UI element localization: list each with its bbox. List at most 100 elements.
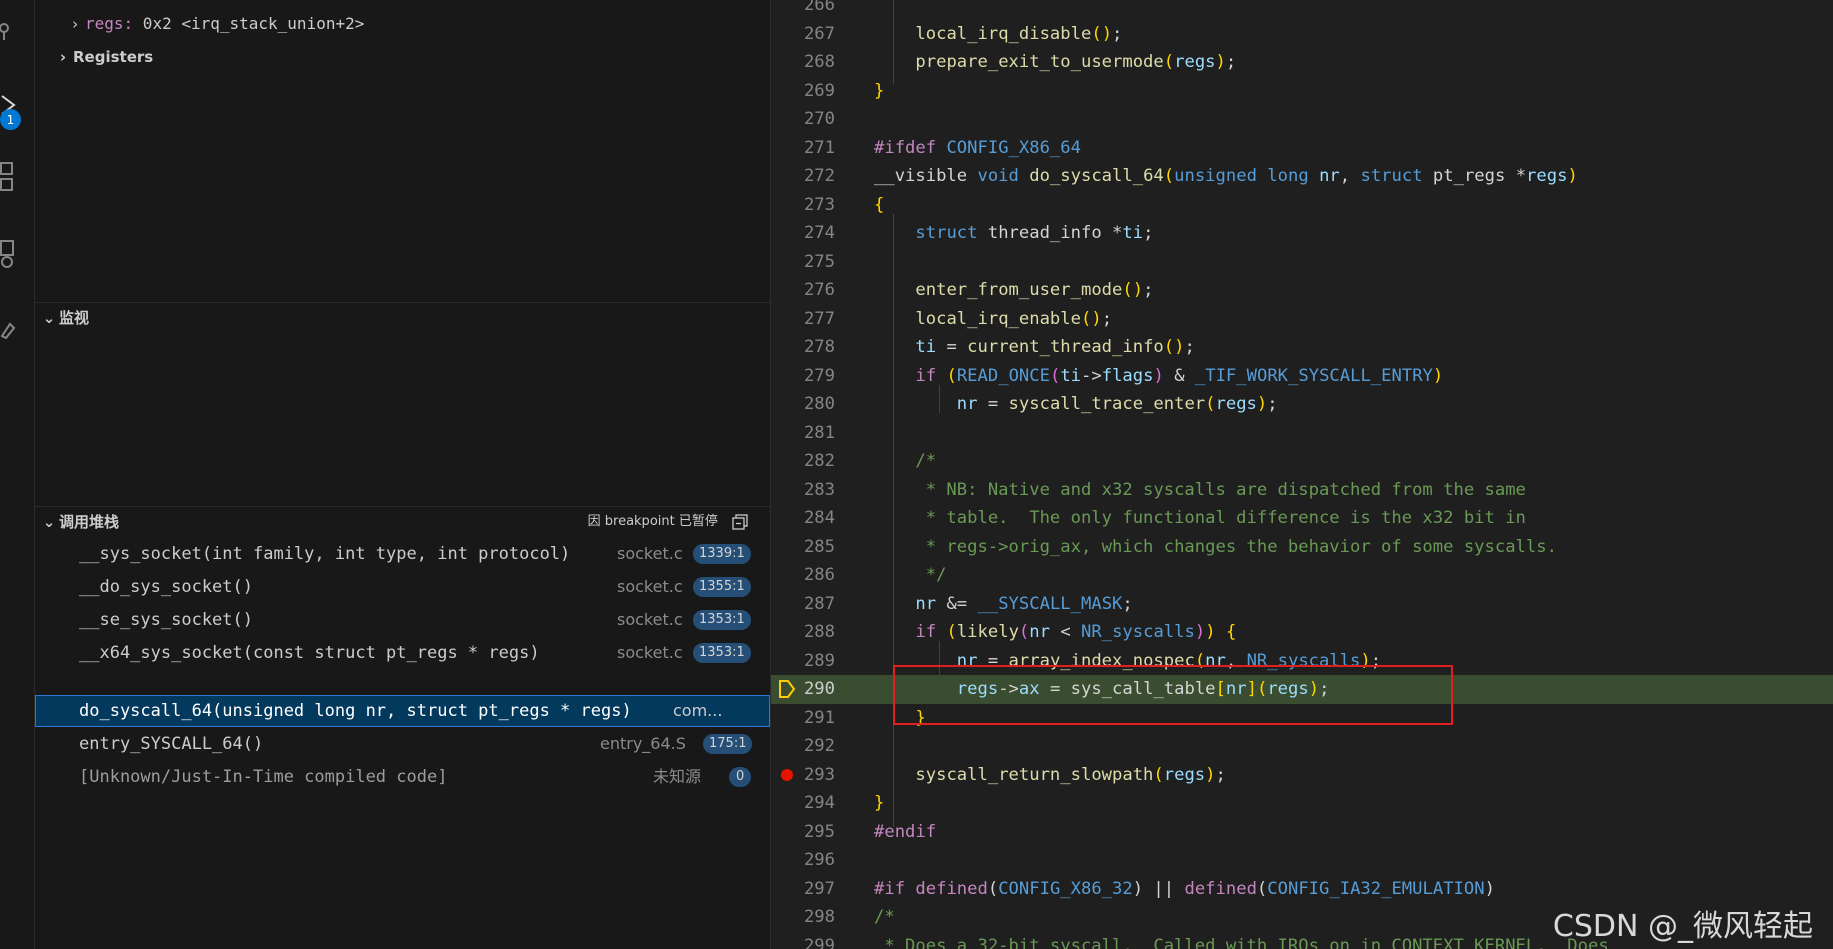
stack-frame[interactable]: entry_SYSCALL_64() entry_64.S 175:1 [35,728,770,760]
variable-regs[interactable]: › regs: 0x2 <irq_stack_union+2> [65,11,364,37]
code-line[interactable]: 278 ti = current_thread_info(); [771,333,1833,362]
line-number: 270 [803,109,835,129]
frame-line-badge: 1355:1 [693,577,751,597]
extensions-icon[interactable] [0,162,34,196]
code-text: struct thread_info *ti; [915,223,1154,243]
code-line[interactable]: 288 if (likely(nr < NR_syscalls)) { [771,618,1833,647]
code-text: nr = syscall_trace_enter(regs); [956,394,1278,414]
code-line[interactable]: 279 if (READ_ONCE(ti->flags) & _TIF_WORK… [771,362,1833,391]
stack-frame[interactable]: __do_sys_socket() socket.c 1355:1 [35,571,770,603]
code-line[interactable]: 276 enter_from_user_mode(); [771,276,1833,305]
chevron-down-icon[interactable]: ⌄ [39,507,59,537]
code-text: nr &= __SYSCALL_MASK; [915,593,1133,614]
stack-frame[interactable]: [Unknown/Just-In-Time compiled code] 未知源… [35,761,770,793]
code-line[interactable]: 275 [771,248,1833,277]
call-stack-section-header[interactable]: ⌄ 调用堆栈 因 breakpoint 已暂停 [35,506,770,537]
code-text: } [874,793,885,813]
watch-section-header[interactable]: ⌄ 监视 [35,302,770,333]
code-line[interactable]: 271 #ifdef CONFIG_X86_64 [771,134,1833,163]
line-number: 295 [803,821,835,842]
frame-name: entry_SYSCALL_64() [79,734,264,754]
code-text: prepare_exit_to_usermode(regs); [915,52,1237,72]
debug-badge: 1 [0,109,21,130]
code-line[interactable]: 270 [771,105,1833,134]
code-text: local_irq_disable(); [915,23,1123,44]
code-line[interactable]: 268 prepare_exit_to_usermode(regs); [771,48,1833,77]
line-number: 299 [803,935,835,949]
code-line[interactable]: 269} [771,77,1833,106]
remote-explorer-icon[interactable] [0,238,34,272]
debug-side-panel: › regs: 0x2 <irq_stack_union+2> › Register… [35,0,771,949]
code-text: } [874,80,885,101]
code-text: */ [874,565,947,585]
frame-line-badge: 1353:1 [693,643,751,663]
code-line[interactable]: 297 #if defined(CONFIG_X86_32) || defined… [771,875,1833,904]
code-text: * Does a 32-bit syscall. Called with IRQ… [874,935,1609,949]
line-number: 267 [803,23,835,44]
chevron-right-icon[interactable]: › [65,11,85,37]
code-text: /* [874,907,895,927]
collapse-all-icon[interactable] [732,513,748,530]
code-line[interactable]: 267 local_irq_disable(); [771,20,1833,49]
current-execution-icon [779,680,796,698]
code-line[interactable]: 272 __visible void do_syscall_64(unsigned… [771,162,1833,191]
code-line[interactable]: 293 syscall_return_slowpath(regs); [771,761,1833,790]
code-line[interactable]: 281 [771,419,1833,448]
line-number: 273 [803,194,835,215]
code-text: * table. The only functional difference … [874,508,1526,528]
line-number: 282 [803,451,835,471]
frame-name: __se_sys_socket() [79,610,253,630]
code-text: enter_from_user_mode(); [915,280,1154,300]
registers-label: Registers [73,48,154,66]
line-number: 278 [803,337,835,357]
line-number: 285 [803,536,835,557]
chevron-down-icon[interactable]: ⌄ [39,303,59,333]
stack-frame[interactable]: __x64_sys_socket(const struct pt_regs * … [35,637,770,669]
testing-icon[interactable] [0,312,34,346]
stack-frame[interactable]: __sys_socket(int family, int type, int p… [35,538,770,570]
code-line[interactable]: 284 * table. The only functional differe… [771,504,1833,533]
line-number: 296 [803,850,835,870]
source-control-icon[interactable] [0,14,34,48]
line-number: 277 [803,308,835,329]
frame-file: socket.c [617,643,683,662]
line-number: 287 [803,593,835,614]
code-line[interactable]: 286 */ [771,561,1833,590]
line-number: 275 [803,251,835,272]
line-number: 276 [803,280,835,300]
code-line[interactable]: 287 nr &= __SYSCALL_MASK; [771,590,1833,619]
code-line[interactable]: 274 struct thread_info *ti; [771,219,1833,248]
code-line[interactable]: 294} [771,789,1833,818]
line-number: 294 [803,793,835,813]
code-text: if (READ_ONCE(ti->flags) & _TIF_WORK_SYS… [915,365,1444,386]
line-number: 291 [803,707,835,728]
line-number: 288 [803,622,835,642]
code-line[interactable]: 282 /* [771,447,1833,476]
watermark: CSDN @_微风轻起 [1552,909,1813,944]
frame-name: __sys_socket(int family, int type, int p… [79,544,571,564]
code-text: /* [874,451,937,471]
variable-group-registers[interactable]: › Registers [53,44,153,70]
code-line[interactable]: 266 [771,0,1833,20]
code-line[interactable]: 292 [771,732,1833,761]
code-line[interactable]: 277 local_irq_enable(); [771,305,1833,334]
frame-file: 未知源 [653,767,702,786]
frame-line-badge: 1339:1 [693,544,751,564]
code-line[interactable]: 280 nr = syscall_trace_enter(regs); [771,390,1833,419]
stack-frame[interactable]: __se_sys_socket() socket.c 1353:1 [35,604,770,636]
frame-name: __x64_sys_socket(const struct pt_regs * … [79,643,540,663]
line-number: 272 [803,166,835,186]
code-editor[interactable]: 266 267 local_irq_disable(); 268 prepare_e… [771,0,1833,949]
chevron-right-icon[interactable]: › [53,44,73,70]
frame-line-badge: 1353:1 [693,610,751,630]
breakpoint-icon[interactable] [781,768,793,781]
code-line[interactable]: 285 * regs->orig_ax, which changes the b… [771,533,1833,562]
code-line[interactable]: 273 { [771,191,1833,220]
stack-frame-selected[interactable]: do_syscall_64(unsigned long nr, struct p… [35,695,770,727]
line-number: 279 [803,365,835,386]
variable-name: regs: [85,14,134,33]
code-line[interactable]: 295 #endif [771,818,1833,847]
code-line[interactable]: 283 * NB: Native and x32 syscalls are di… [771,476,1833,505]
code-line[interactable]: 296 [771,846,1833,875]
frame-name: do_syscall_64(unsigned long nr, struct p… [79,701,632,721]
